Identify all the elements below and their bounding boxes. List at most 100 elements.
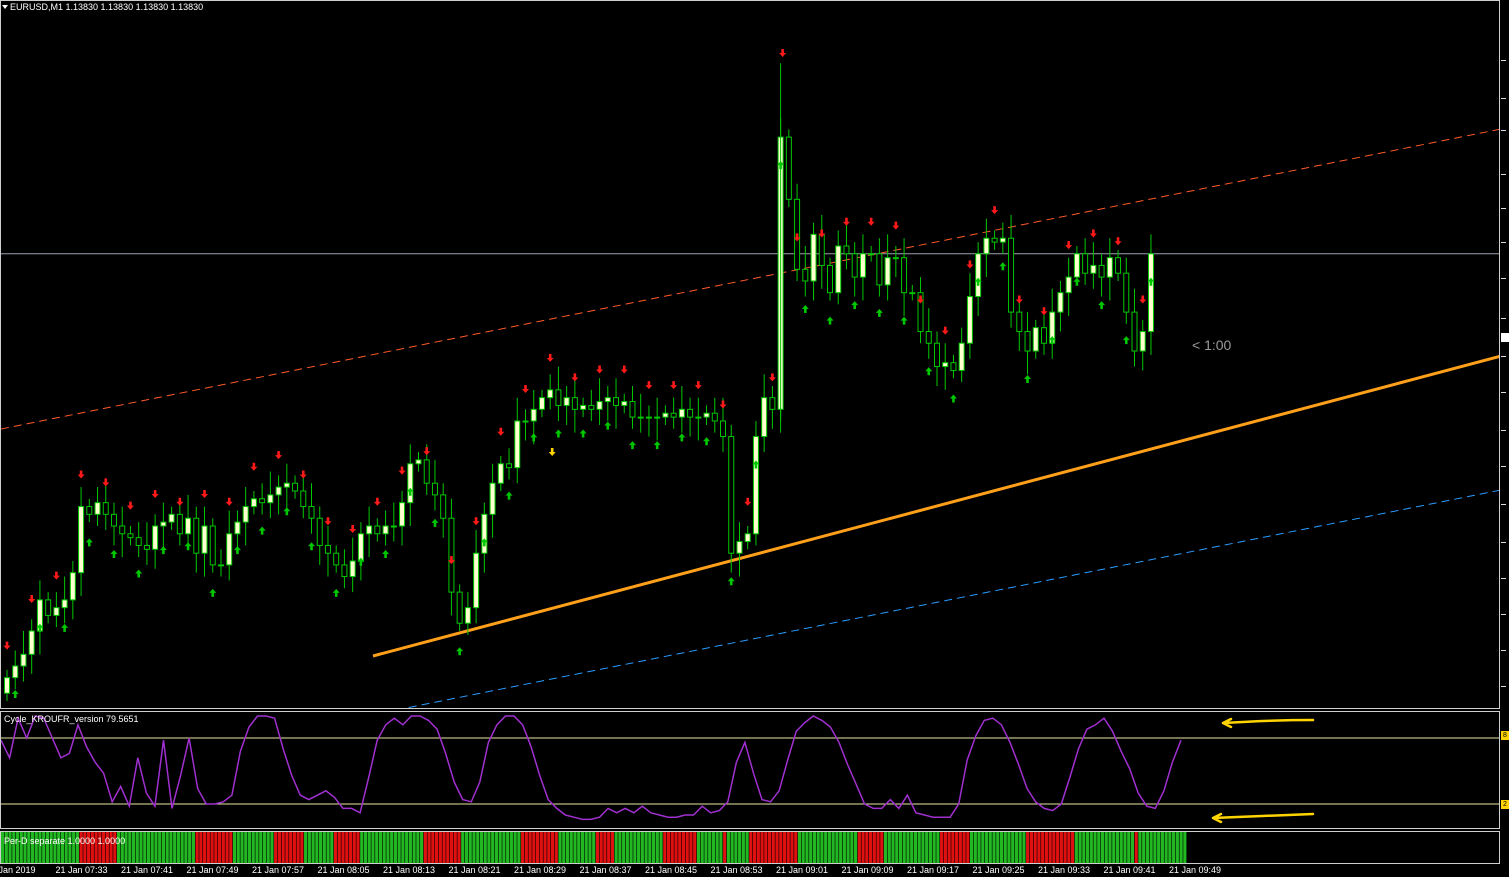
candle: [160, 502, 167, 550]
candle: [769, 386, 776, 429]
histogram-bar: [1071, 832, 1075, 863]
price-axis-tick: [1501, 130, 1506, 131]
candle-body: [1032, 327, 1039, 352]
candle: [415, 452, 422, 472]
candle: [596, 378, 603, 425]
candle: [687, 397, 694, 437]
candle-body: [308, 506, 315, 519]
candle-body: [909, 292, 916, 295]
histogram-bar: [857, 832, 861, 863]
histogram-bar: [932, 832, 936, 863]
histogram-bar: [1134, 832, 1138, 863]
candle-body: [604, 397, 611, 403]
histogram-bar: [880, 832, 884, 863]
histogram-bar: [1074, 832, 1078, 863]
histogram-bar: [666, 832, 671, 863]
price-axis-tick: [1501, 542, 1506, 543]
buy-arrow-icon: [283, 507, 291, 516]
time-axis-label: 21 Jan 09:09: [841, 865, 894, 875]
candle-body: [259, 498, 266, 504]
candle-body: [1016, 311, 1023, 333]
price-chart-pane[interactable]: [0, 0, 1500, 709]
oscillator-pane[interactable]: Cycle_KROUFR_version 79.5651: [0, 711, 1500, 829]
candle-body: [678, 408, 685, 418]
histogram-pane[interactable]: Per-D separate 1.0000 1.0000: [0, 831, 1500, 864]
candle: [901, 238, 908, 316]
candle-body: [670, 412, 677, 418]
histogram-bar: [1011, 832, 1015, 863]
candle-body: [341, 564, 348, 578]
histogram-bar: [539, 832, 543, 863]
histogram-bar: [846, 832, 850, 863]
histogram-bar: [536, 832, 540, 863]
candle-body: [127, 533, 134, 539]
candle: [818, 214, 825, 289]
histogram-bar: [442, 832, 446, 863]
candle: [538, 389, 545, 418]
sell-arrow-icon: [596, 365, 604, 374]
candle-body: [925, 331, 932, 344]
candle-body: [1115, 257, 1122, 274]
histogram-bar: [218, 832, 222, 863]
candle: [588, 389, 595, 421]
histogram-bar: [524, 832, 528, 863]
candle-body: [102, 502, 109, 515]
histogram-bar: [678, 832, 682, 863]
sell-arrow-icon: [3, 641, 11, 650]
buy-arrow-icon: [332, 588, 340, 597]
candle-body: [868, 253, 875, 256]
histogram-bar: [577, 832, 581, 863]
histogram-bar: [1149, 832, 1153, 863]
histogram-bar: [943, 832, 947, 863]
candle-countdown: < 1:00: [1192, 337, 1232, 353]
candle: [94, 487, 101, 526]
candle-body: [399, 502, 406, 527]
time-axis-label: 21 Jan 2019: [0, 865, 36, 875]
histogram-bar: [625, 832, 629, 863]
histogram-bar: [850, 832, 854, 863]
candle-body: [703, 412, 710, 418]
histogram-bar: [434, 832, 439, 863]
time-axis-label: 21 Jan 08:29: [514, 865, 567, 875]
candle-body: [209, 525, 216, 566]
candle: [1032, 319, 1039, 359]
histogram-bar: [618, 832, 622, 863]
histogram-bar: [831, 832, 835, 863]
symbol-menu-icon[interactable]: [2, 5, 8, 9]
histogram-bar: [603, 832, 607, 863]
candle: [514, 397, 521, 484]
histogram-bar: [1104, 832, 1108, 863]
histogram-bar: [839, 832, 843, 863]
candle-body: [86, 506, 93, 515]
candle: [876, 238, 883, 297]
histogram-bar: [558, 832, 562, 863]
candle: [654, 397, 661, 441]
candle-body: [152, 525, 159, 550]
histogram-bar: [715, 832, 719, 863]
histogram-bar: [782, 832, 787, 863]
histogram-bar: [169, 832, 173, 863]
candle-body: [613, 397, 620, 406]
candle-body: [1131, 311, 1138, 352]
candle: [152, 514, 159, 569]
histogram-bar: [1082, 832, 1086, 863]
buy-arrow-icon: [135, 569, 143, 578]
histogram-bar: [161, 832, 166, 863]
histogram-bar: [1123, 832, 1127, 863]
candle: [1098, 253, 1105, 297]
histogram-bar: [483, 832, 487, 863]
histogram-bar: [827, 832, 831, 863]
histogram-bar: [779, 832, 783, 863]
candle-body: [489, 482, 496, 515]
candle: [20, 631, 27, 682]
sell-arrow-icon: [571, 373, 579, 382]
histogram-bar: [947, 832, 951, 863]
price-axis-tick: [1501, 614, 1506, 615]
candle-body: [275, 486, 282, 496]
candle: [366, 506, 373, 558]
candle: [45, 592, 52, 624]
histogram-bar: [951, 832, 955, 863]
histogram-bar: [135, 832, 139, 863]
buy-arrow-icon: [85, 538, 93, 547]
sell-arrow-icon: [620, 365, 628, 374]
